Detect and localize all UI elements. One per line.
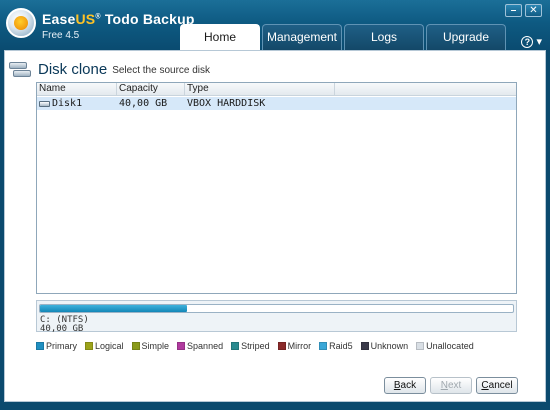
- minimize-button[interactable]: –: [505, 4, 522, 17]
- wizard-buttons: Back Next Cancel: [384, 377, 518, 394]
- partition-legend: Primary Logical Simple Spanned Striped M…: [36, 341, 474, 351]
- tab-upgrade[interactable]: Upgrade: [426, 24, 506, 50]
- swatch-icon: [416, 342, 425, 350]
- back-button[interactable]: Back: [384, 377, 426, 394]
- partition-size: 40,00 GB: [40, 324, 84, 334]
- help-icon: ?: [521, 36, 534, 48]
- swatch-icon: [177, 342, 186, 350]
- legend-striped: Striped: [231, 341, 270, 351]
- tab-management[interactable]: Management: [262, 24, 342, 50]
- swatch-icon: [36, 342, 44, 350]
- app-version: Free 4.5: [42, 30, 80, 41]
- disk-clone-icon: [8, 59, 32, 79]
- column-header-name[interactable]: Name: [37, 83, 117, 95]
- legend-logical: Logical: [85, 341, 124, 351]
- column-header-type[interactable]: Type: [185, 83, 335, 95]
- swatch-icon: [85, 342, 93, 350]
- partition-map[interactable]: C: (NTFS) 40,00 GB: [36, 300, 517, 334]
- partition-used-fill: [40, 305, 187, 312]
- app-logo-icon: [6, 8, 36, 38]
- swatch-icon: [277, 342, 286, 350]
- close-button[interactable]: ✕: [525, 4, 542, 17]
- disk-table: Name Capacity Type Disk1 40,00 GB VBOX H…: [36, 82, 517, 294]
- page-header: Disk clone Select the source disk: [8, 57, 210, 81]
- legend-primary: Primary: [36, 341, 77, 351]
- app-name: EaseUS® Todo Backup: [42, 11, 195, 27]
- swatch-icon: [231, 342, 240, 350]
- legend-simple: Simple: [131, 341, 169, 351]
- main-tabs: Home Management Logs Upgrade: [180, 24, 506, 50]
- chevron-down-icon: ▾: [536, 36, 542, 48]
- title-bar: EaseUS® Todo Backup Free 4.5 – ✕ Home Ma…: [0, 0, 550, 50]
- legend-mirror: Mirror: [277, 341, 311, 351]
- legend-spanned: Spanned: [177, 341, 223, 351]
- page-title: Disk clone: [38, 60, 108, 78]
- main-panel: Disk clone Select the source disk Name C…: [4, 50, 546, 402]
- swatch-icon: [319, 342, 328, 350]
- next-button[interactable]: Next: [430, 377, 472, 394]
- cancel-button[interactable]: Cancel: [476, 377, 518, 394]
- swatch-icon: [360, 342, 369, 350]
- hard-disk-icon: [39, 100, 50, 107]
- disk-name-cell: Disk1: [37, 97, 117, 110]
- legend-unknown: Unknown: [360, 341, 408, 351]
- partition-bar: [39, 304, 514, 313]
- disk-capacity-cell: 40,00 GB: [119, 98, 168, 109]
- help-menu-button[interactable]: ? ▾: [521, 35, 542, 48]
- table-header: Name Capacity Type: [37, 83, 516, 96]
- swatch-icon: [131, 342, 140, 350]
- disk-type-cell: VBOX HARDDISK: [187, 98, 266, 109]
- tab-logs[interactable]: Logs: [344, 24, 424, 50]
- column-header-capacity[interactable]: Capacity: [117, 83, 185, 95]
- legend-unallocated: Unallocated: [416, 341, 474, 351]
- legend-raid5: Raid5: [319, 341, 353, 351]
- tab-home[interactable]: Home: [180, 24, 260, 50]
- table-row[interactable]: Disk1 40,00 GB VBOX HARDDISK: [37, 97, 516, 110]
- page-subtitle: Select the source disk: [112, 65, 211, 76]
